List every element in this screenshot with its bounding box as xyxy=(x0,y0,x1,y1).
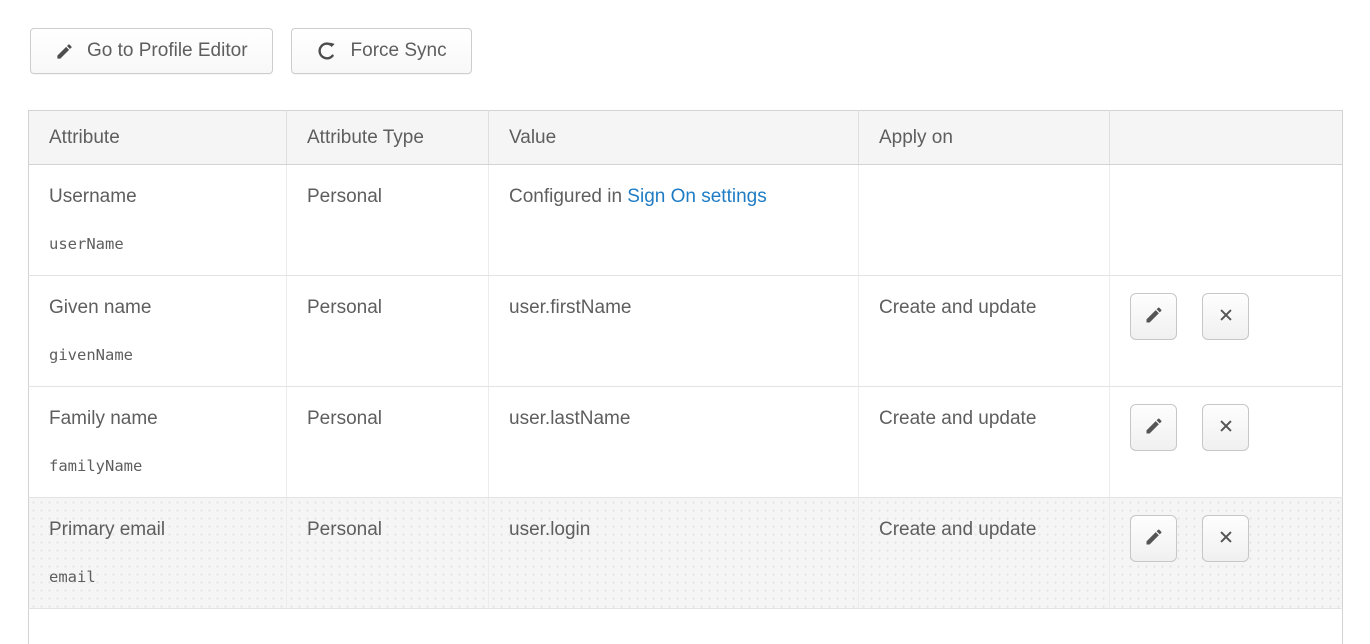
table-row-username: Username userName Personal Configured in… xyxy=(29,165,1343,276)
pencil-icon xyxy=(55,42,74,61)
cell-attribute: Family name familyName xyxy=(29,387,287,498)
cell-attribute-type: Personal xyxy=(287,276,489,387)
pencil-icon xyxy=(1144,305,1164,328)
attribute-mappings-page: Go to Profile Editor Force Sync Attribut… xyxy=(0,28,1370,644)
cell-apply-on: Create and update xyxy=(859,498,1110,609)
refresh-icon xyxy=(316,40,338,62)
toolbar: Go to Profile Editor Force Sync xyxy=(30,28,1370,74)
go-to-profile-editor-label: Go to Profile Editor xyxy=(87,40,248,62)
remove-attribute-button[interactable] xyxy=(1202,515,1249,562)
cell-actions xyxy=(1110,276,1343,387)
cell-apply-on: Create and update xyxy=(859,387,1110,498)
column-header-attribute-type: Attribute Type xyxy=(287,111,489,165)
edit-attribute-button[interactable] xyxy=(1130,404,1177,451)
pencil-icon xyxy=(1144,416,1164,439)
empty-row xyxy=(29,609,1343,644)
pencil-icon xyxy=(1144,527,1164,550)
remove-attribute-button[interactable] xyxy=(1202,404,1249,451)
row-actions xyxy=(1130,404,1326,451)
column-header-value: Value xyxy=(489,111,859,165)
value-prefix-text: Configured in xyxy=(509,186,627,207)
attribute-mapping-table: Attribute Attribute Type Value Apply on … xyxy=(28,110,1343,644)
table-row-family-name: Family name familyName Personal user.las… xyxy=(29,387,1343,498)
attribute-variable: userName xyxy=(49,235,270,253)
close-icon xyxy=(1217,417,1235,438)
attribute-label: Username xyxy=(49,186,270,208)
force-sync-label: Force Sync xyxy=(351,40,447,62)
close-icon xyxy=(1217,306,1235,327)
cell-value: user.login xyxy=(489,498,859,609)
cell-value: user.lastName xyxy=(489,387,859,498)
cell-apply-on xyxy=(859,165,1110,276)
attribute-variable: familyName xyxy=(49,457,270,475)
edit-attribute-button[interactable] xyxy=(1130,515,1177,562)
cell-value: Configured in Sign On settings xyxy=(489,165,859,276)
row-actions xyxy=(1130,515,1326,562)
cell-value: user.firstName xyxy=(489,276,859,387)
attribute-variable: email xyxy=(49,568,270,586)
table-header-row: Attribute Attribute Type Value Apply on xyxy=(29,111,1343,165)
cell-attribute-type: Personal xyxy=(287,165,489,276)
attribute-variable: givenName xyxy=(49,346,270,364)
table-row-primary-email: Primary email email Personal user.login … xyxy=(29,498,1343,609)
attribute-label: Primary email xyxy=(49,519,270,541)
force-sync-button[interactable]: Force Sync xyxy=(291,28,472,74)
empty-row-cell xyxy=(29,609,1343,644)
go-to-profile-editor-button[interactable]: Go to Profile Editor xyxy=(30,28,273,74)
cell-actions xyxy=(1110,387,1343,498)
remove-attribute-button[interactable] xyxy=(1202,293,1249,340)
cell-attribute: Username userName xyxy=(29,165,287,276)
cell-apply-on: Create and update xyxy=(859,276,1110,387)
edit-attribute-button[interactable] xyxy=(1130,293,1177,340)
cell-attribute: Primary email email xyxy=(29,498,287,609)
cell-actions xyxy=(1110,165,1343,276)
row-actions xyxy=(1130,293,1326,340)
column-header-attribute: Attribute xyxy=(29,111,287,165)
column-header-apply-on: Apply on xyxy=(859,111,1110,165)
cell-actions xyxy=(1110,498,1343,609)
sign-on-settings-link[interactable]: Sign On settings xyxy=(627,186,766,207)
cell-attribute-type: Personal xyxy=(287,387,489,498)
attribute-label: Given name xyxy=(49,297,270,319)
table-row-given-name: Given name givenName Personal user.first… xyxy=(29,276,1343,387)
close-icon xyxy=(1217,528,1235,549)
column-header-actions xyxy=(1110,111,1343,165)
attribute-label: Family name xyxy=(49,408,270,430)
cell-attribute-type: Personal xyxy=(287,498,489,609)
cell-attribute: Given name givenName xyxy=(29,276,287,387)
